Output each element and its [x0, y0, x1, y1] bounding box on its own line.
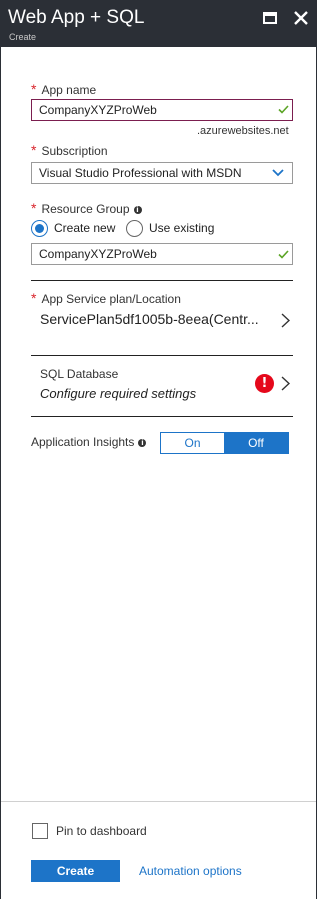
checkmark-icon	[278, 105, 289, 114]
blade-body: * App name .azurewebsites.net * Subscripti…	[0, 47, 317, 899]
app-service-plan-label: * App Service plan/Location	[31, 291, 181, 307]
resource-group-input[interactable]	[31, 243, 293, 265]
pin-to-dashboard-checkbox[interactable]	[32, 823, 48, 839]
app-service-plan-row[interactable]: * App Service plan/Location ServicePlan5d…	[31, 281, 293, 355]
required-marker: *	[31, 200, 37, 216]
create-button[interactable]: Create	[31, 860, 120, 882]
chevron-down-icon	[272, 169, 284, 177]
sql-database-value: Configure required settings	[40, 386, 197, 401]
blade-title: Web App + SQL	[8, 7, 145, 28]
create-new-label: Create new	[54, 221, 116, 235]
blade-subtitle: Create	[9, 32, 37, 42]
required-marker: *	[31, 142, 37, 158]
divider	[31, 416, 293, 417]
resource-group-label: * Resource Group i	[31, 201, 142, 217]
use-existing-radio[interactable]	[126, 220, 143, 237]
info-icon[interactable]: i	[138, 439, 147, 447]
blade-header: Web App + SQL Create	[0, 0, 317, 47]
app-name-label: * App name	[31, 82, 96, 98]
app-name-input[interactable]	[31, 99, 293, 121]
radio-dot	[35, 224, 44, 233]
chevron-right-icon	[281, 376, 290, 391]
info-icon[interactable]: i	[133, 206, 142, 214]
subscription-value: Visual Studio Professional with MSDN	[39, 166, 242, 180]
chevron-right-icon	[281, 313, 290, 328]
checkmark-icon	[278, 250, 289, 259]
app-name-label-text: App name	[41, 83, 97, 97]
app-insights-label: Application Insights i	[31, 435, 147, 450]
automation-options-link[interactable]: Automation options	[139, 864, 242, 878]
app-insights-label-text: Application Insights	[31, 435, 135, 449]
app-service-plan-label-text: App Service plan/Location	[41, 292, 181, 306]
subscription-label-text: Subscription	[41, 144, 108, 158]
resource-group-label-text: Resource Group	[41, 202, 130, 216]
use-existing-label: Use existing	[149, 221, 215, 235]
subscription-label: * Subscription	[31, 143, 108, 159]
app-insights-toggle[interactable]: On Off	[160, 432, 289, 454]
create-new-radio[interactable]	[31, 220, 48, 237]
app-service-plan-value: ServicePlan5df1005b-8eea(Centr...	[40, 311, 259, 327]
error-icon: !	[255, 374, 274, 393]
footer-divider	[1, 801, 316, 802]
pin-to-dashboard-label: Pin to dashboard	[56, 824, 147, 838]
domain-suffix: .azurewebsites.net	[197, 125, 289, 137]
subscription-select[interactable]: Visual Studio Professional with MSDN	[31, 162, 293, 184]
required-marker: *	[31, 81, 37, 97]
maximize-icon[interactable]	[263, 12, 277, 24]
toggle-off-option[interactable]: Off	[224, 433, 288, 453]
toggle-on-option[interactable]: On	[161, 433, 224, 453]
close-icon[interactable]	[292, 8, 310, 28]
required-marker: *	[31, 290, 37, 306]
sql-database-label: SQL Database	[40, 367, 119, 381]
sql-database-row[interactable]: SQL Database Configure required settings…	[31, 356, 293, 416]
